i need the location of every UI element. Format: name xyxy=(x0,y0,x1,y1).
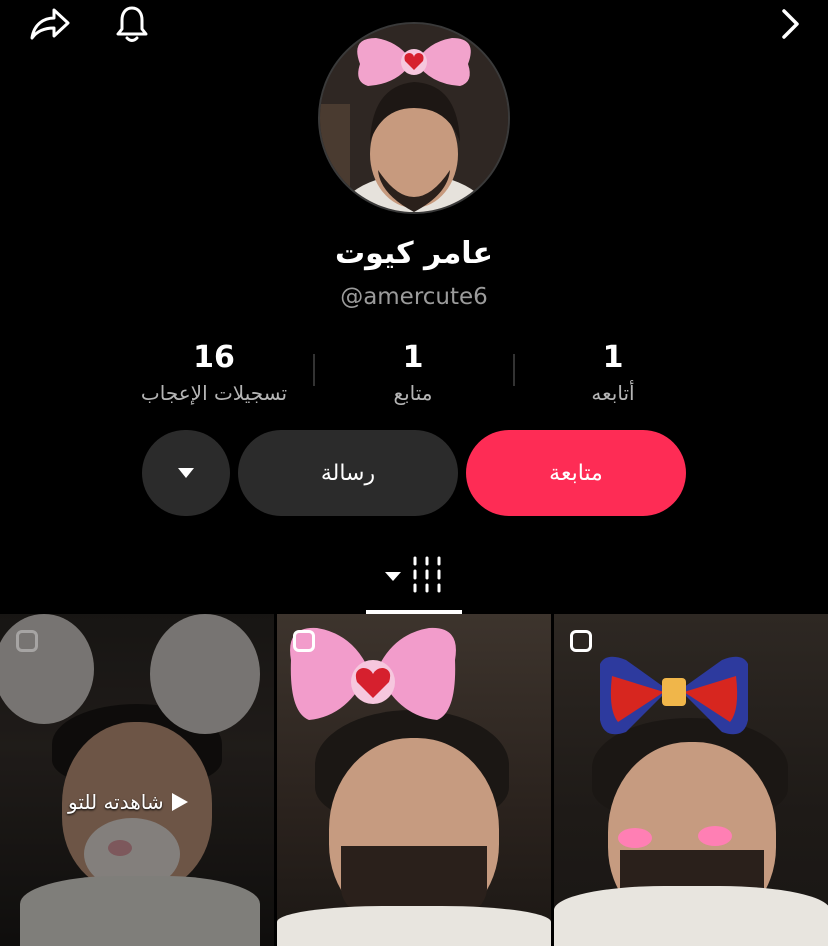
share-icon xyxy=(30,8,70,40)
notifications-button[interactable] xyxy=(110,4,154,44)
tab-videos[interactable] xyxy=(380,554,450,606)
stat-following-label: أتابعه xyxy=(591,381,635,405)
watched-label: شاهدته للتو xyxy=(68,790,190,814)
stat-likes-count: 16 xyxy=(193,340,235,375)
stat-following-count: 1 xyxy=(602,340,624,375)
multi-clip-icon xyxy=(570,630,592,652)
video-thumbnail[interactable] xyxy=(277,614,551,946)
caret-down-icon xyxy=(178,468,194,478)
stat-followers-count: 1 xyxy=(402,340,424,375)
video-thumbnail[interactable] xyxy=(554,614,828,946)
video-grid: شاهدته للتو xyxy=(0,614,828,946)
video-thumbnail[interactable]: شاهدته للتو xyxy=(0,614,274,946)
bell-icon xyxy=(116,6,148,42)
thumbnail-image xyxy=(554,886,828,946)
thumbnail-image xyxy=(618,828,652,848)
watched-overlay xyxy=(0,614,274,946)
caret-down-icon xyxy=(385,572,401,581)
stat-likes[interactable]: 16 تسجيلات الإعجاب xyxy=(104,338,324,408)
stat-likes-label: تسجيلات الإعجاب xyxy=(140,381,288,405)
watched-text: شاهدته للتو xyxy=(68,790,164,814)
stat-following[interactable]: 1 أتابعه xyxy=(503,338,723,408)
share-button[interactable] xyxy=(28,4,72,44)
stat-followers-label: متابع xyxy=(393,381,433,405)
display-name: عامر كيوت xyxy=(334,236,494,271)
chevron-right-icon xyxy=(782,9,799,39)
thumbnail-image xyxy=(277,906,551,946)
stat-followers[interactable]: 1 متابع xyxy=(303,338,523,408)
grid-icon xyxy=(413,556,441,593)
username: @amercute6 xyxy=(340,284,488,310)
content-tabbar xyxy=(0,554,828,614)
bow-icon xyxy=(600,656,748,735)
bow-icon xyxy=(320,24,508,212)
avatar[interactable] xyxy=(318,22,510,214)
next-button[interactable] xyxy=(768,4,812,44)
multi-clip-icon xyxy=(293,630,315,652)
play-icon xyxy=(171,793,188,811)
thumbnail-image xyxy=(698,826,732,846)
follow-button[interactable]: متابعة xyxy=(466,430,686,516)
multi-clip-icon xyxy=(16,630,38,652)
more-options-button[interactable] xyxy=(142,430,230,516)
message-button[interactable]: رسالة xyxy=(238,430,458,516)
